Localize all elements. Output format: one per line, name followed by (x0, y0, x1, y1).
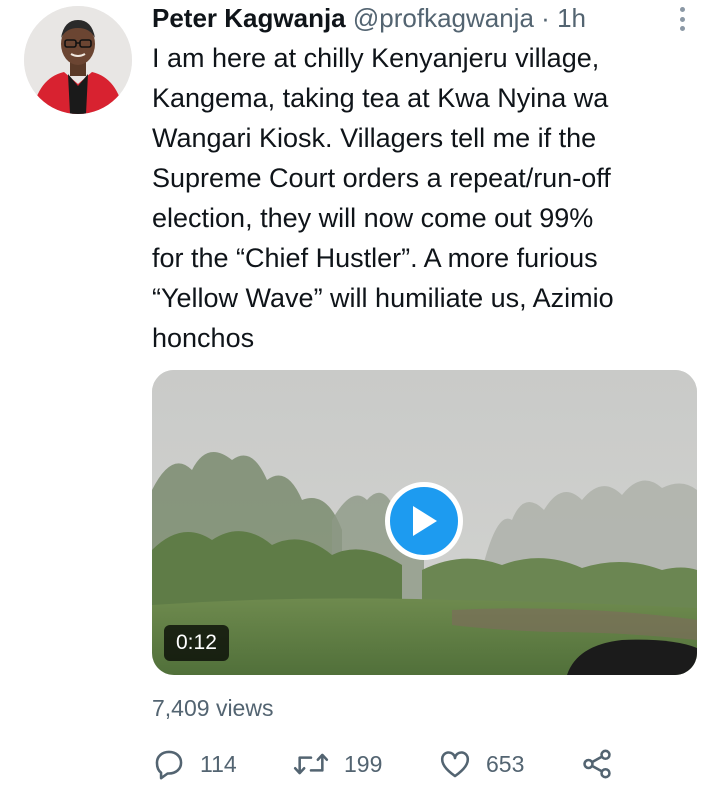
tweet-timestamp[interactable]: 1h (557, 3, 586, 33)
video-duration: 0:12 (164, 625, 229, 661)
avatar[interactable] (24, 6, 132, 114)
retweet-button[interactable]: 199 (292, 742, 382, 786)
reply-count: 114 (200, 750, 237, 777)
retweet-icon (293, 753, 329, 775)
share-icon (583, 749, 611, 779)
tweet-text: I am here at chilly Kenyanjeru village, … (152, 43, 614, 353)
separator-dot: · (541, 3, 550, 33)
share-button[interactable] (580, 742, 614, 786)
avatar-image (24, 6, 132, 114)
play-button[interactable] (385, 482, 463, 560)
author-name[interactable]: Peter Kagwanja (152, 3, 346, 33)
reply-icon (155, 750, 183, 780)
like-count: 653 (486, 750, 525, 777)
like-icon (440, 751, 470, 778)
video-player[interactable]: 0:12 (152, 370, 697, 675)
tweet-header: Peter Kagwanja @profkagwanja · 1h (152, 0, 720, 36)
action-bar: 114 199 653 (152, 742, 712, 786)
play-icon (413, 506, 437, 536)
reply-button[interactable]: 114 (152, 742, 237, 786)
retweet-count: 199 (344, 750, 383, 777)
like-button[interactable]: 653 (438, 742, 524, 786)
more-icon[interactable] (672, 4, 692, 34)
author-handle[interactable]: @profkagwanja (353, 3, 534, 33)
view-count: 7,409 views (152, 695, 274, 721)
